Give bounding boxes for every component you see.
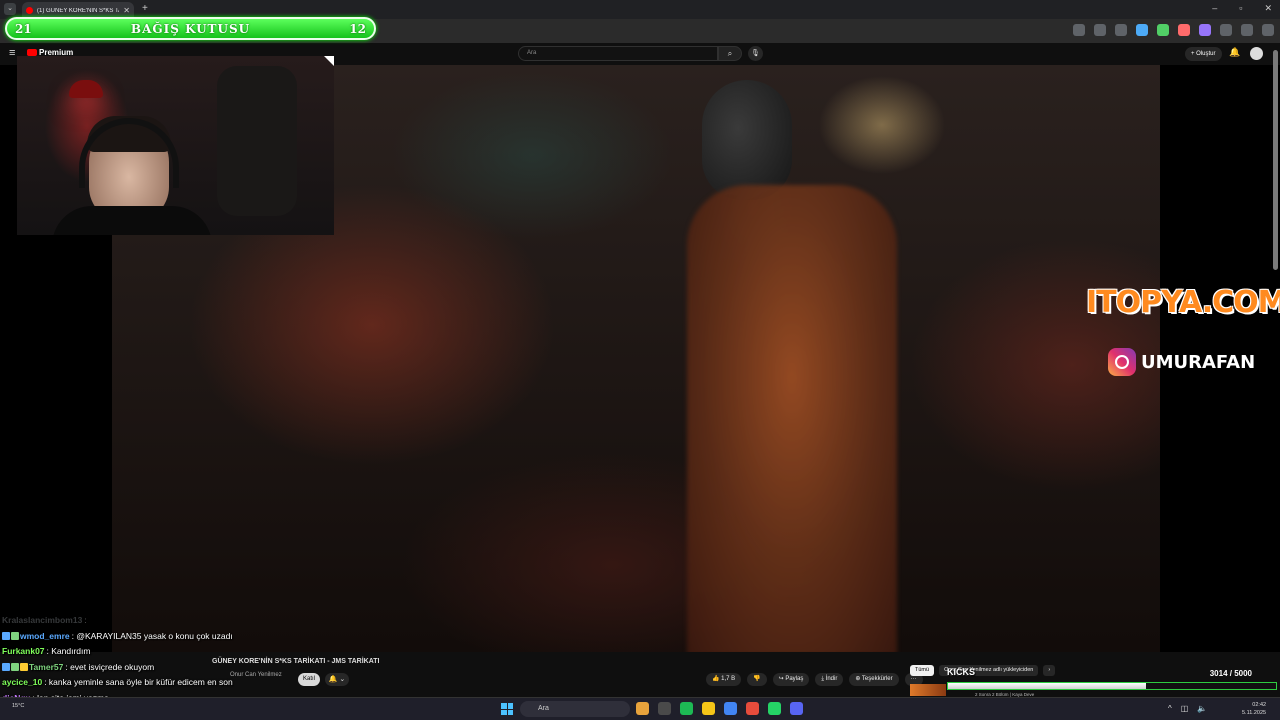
- chat-username: Kralaslancimbom13: [2, 615, 83, 625]
- taskbar-app-icon[interactable]: [724, 702, 737, 715]
- youtube-play-icon: [27, 49, 37, 56]
- extension-icon[interactable]: [1136, 24, 1148, 36]
- taskbar-app-icon[interactable]: [636, 702, 649, 715]
- donation-box-bar: 21 BAĞIŞ KUTUSU 12: [5, 17, 376, 40]
- new-tab-button[interactable]: +: [142, 3, 148, 14]
- chat-badge-icon: [2, 631, 10, 640]
- chat-badge-icon: [2, 662, 10, 671]
- streamer-shirt: [52, 206, 212, 235]
- thanks-button[interactable]: ⊕ Teşekkürler: [849, 673, 899, 686]
- chat-badge-icon: [20, 662, 28, 671]
- instagram-overlay: UMURAFAN: [1108, 348, 1255, 376]
- weather-widget[interactable]: 15°C: [12, 703, 24, 709]
- like-button[interactable]: 👍 1,7 B: [706, 673, 742, 686]
- chat-text: @KARAYILAN35 yasak o konu çok uzadı: [76, 630, 233, 641]
- taskbar-app-icon[interactable]: [768, 702, 781, 715]
- create-button[interactable]: + Oluştur: [1185, 47, 1222, 61]
- menu-icon[interactable]: ≡: [9, 47, 15, 59]
- page-scrollbar[interactable]: [1273, 50, 1278, 270]
- taskbar-apps: [636, 702, 803, 715]
- lamp-shape: [69, 80, 103, 98]
- clock-time: 02:42: [1252, 702, 1267, 708]
- search-icon[interactable]: ⌕: [718, 46, 742, 61]
- webcam-corner-mark: [324, 56, 334, 66]
- extension-icon[interactable]: [1199, 24, 1211, 36]
- donation-title: BAĞIŞ KUTUSU: [130, 21, 251, 36]
- kicks-goal-widget: KICKS 3014 / 5000: [947, 666, 1280, 694]
- youtube-favicon-icon: [26, 7, 33, 14]
- download-button[interactable]: ⤓ İndir: [815, 673, 844, 686]
- video-title: GÜNEY KORE'NİN S*KS TARİKATI - JMS TARİK…: [212, 658, 380, 665]
- taskbar-search-input[interactable]: Ara: [520, 701, 630, 717]
- windows-start-icon[interactable]: [501, 703, 513, 715]
- profile-avatar[interactable]: [1241, 24, 1253, 36]
- chat-separator: :: [84, 615, 87, 625]
- chat-message: wmod_emre: @KARAYILAN35 yasak o konu çok…: [2, 629, 312, 645]
- youtube-search-input[interactable]: Ara: [518, 46, 718, 61]
- network-icon[interactable]: ◫: [1181, 704, 1189, 713]
- share-button[interactable]: ↪ Paylaş: [772, 673, 810, 686]
- subscription-bell-button[interactable]: 🔔 ⌄: [325, 673, 349, 686]
- taskbar-clock[interactable]: 02:42 5.11.2025: [1242, 701, 1266, 717]
- join-button[interactable]: Katıl: [298, 673, 320, 686]
- streamer-webcam: [17, 56, 334, 235]
- chip-all[interactable]: Tümü: [910, 665, 935, 676]
- windows-taskbar: 15°C ⌕ Ara ^ ◫ 🔈 02:42 5.11.2025: [0, 697, 1280, 720]
- chat-badge-icon: [11, 662, 19, 671]
- close-window-button[interactable]: ✕: [1264, 3, 1272, 14]
- video-actions: 👍 1,7 B 👎 ↪ Paylaş ⤓ İndir ⊕ Teşekkürler…: [706, 673, 923, 686]
- cast-icon[interactable]: [1073, 24, 1085, 36]
- chair-shape: [217, 66, 297, 216]
- microphone-icon[interactable]: 🎙: [748, 46, 763, 61]
- browser-menu-icon[interactable]: [1262, 24, 1274, 36]
- bookmark-star-icon[interactable]: [1115, 24, 1127, 36]
- maximize-button[interactable]: ▫: [1239, 3, 1242, 14]
- extensions-puzzle-icon[interactable]: [1220, 24, 1232, 36]
- avatar[interactable]: [1250, 47, 1263, 60]
- sponsor-logo: ITOPYA.COM: [1086, 285, 1280, 320]
- instagram-handle: UMURAFAN: [1141, 351, 1256, 373]
- clock-date: 5.11.2025: [1242, 710, 1267, 716]
- taskbar-app-icon[interactable]: [746, 702, 759, 715]
- chat-badge-icon: [11, 631, 19, 640]
- extension-icon[interactable]: [1178, 24, 1190, 36]
- kicks-count: 3014 / 5000: [1209, 669, 1252, 678]
- tab-title: (1) GÜNEY KORE'NİN S*KS TARİ: [37, 7, 120, 14]
- chat-username: Furkank07: [2, 646, 45, 656]
- taskbar-app-icon[interactable]: [680, 702, 693, 715]
- chat-username: Tamer57: [29, 661, 64, 672]
- taskbar-app-icon[interactable]: [790, 702, 803, 715]
- taskbar-app-icon[interactable]: [658, 702, 671, 715]
- extension-icon[interactable]: [1157, 24, 1169, 36]
- create-label: Oluştur: [1196, 51, 1216, 57]
- taskbar-app-icon[interactable]: [702, 702, 715, 715]
- zoom-icon[interactable]: [1094, 24, 1106, 36]
- close-tab-icon[interactable]: ✕: [123, 6, 130, 15]
- donation-right-value: 12: [349, 21, 366, 36]
- video-frame-person-body: [687, 185, 897, 652]
- chat-text: evet isviçrede okuyom: [70, 661, 155, 672]
- extension-icons: [1073, 24, 1274, 36]
- chat-username: wmod_emre: [20, 630, 70, 641]
- minimize-button[interactable]: –: [1212, 3, 1217, 14]
- kicks-progress-bar: [947, 682, 1277, 690]
- chat-text: Kandırdım: [51, 646, 91, 656]
- related-video-thumbnail[interactable]: [910, 684, 946, 696]
- chat-text: kanka yeminle sana öyle bir küfür edicem…: [48, 677, 233, 687]
- chat-message: Kralaslancimbom13:: [2, 613, 312, 629]
- window-controls: – ▫ ✕: [1212, 3, 1272, 14]
- tray-chevron-icon[interactable]: ^: [1168, 704, 1172, 713]
- system-tray: ^ ◫ 🔈: [1168, 704, 1207, 713]
- chat-username: aycice_10: [2, 677, 43, 687]
- instagram-icon: [1108, 348, 1136, 376]
- kicks-label: KICKS: [947, 667, 976, 677]
- donation-left-value: 21: [15, 21, 32, 36]
- dislike-button[interactable]: 👎: [747, 673, 767, 686]
- tab-search-icon[interactable]: ⌄: [4, 3, 16, 15]
- notifications-bell-icon[interactable]: 🔔: [1229, 47, 1240, 58]
- video-frame-person-head: [702, 80, 792, 200]
- volume-icon[interactable]: 🔈: [1197, 704, 1207, 713]
- kicks-progress-fill: [948, 683, 1146, 689]
- channel-name[interactable]: Onur Can Yenilmez: [230, 672, 282, 678]
